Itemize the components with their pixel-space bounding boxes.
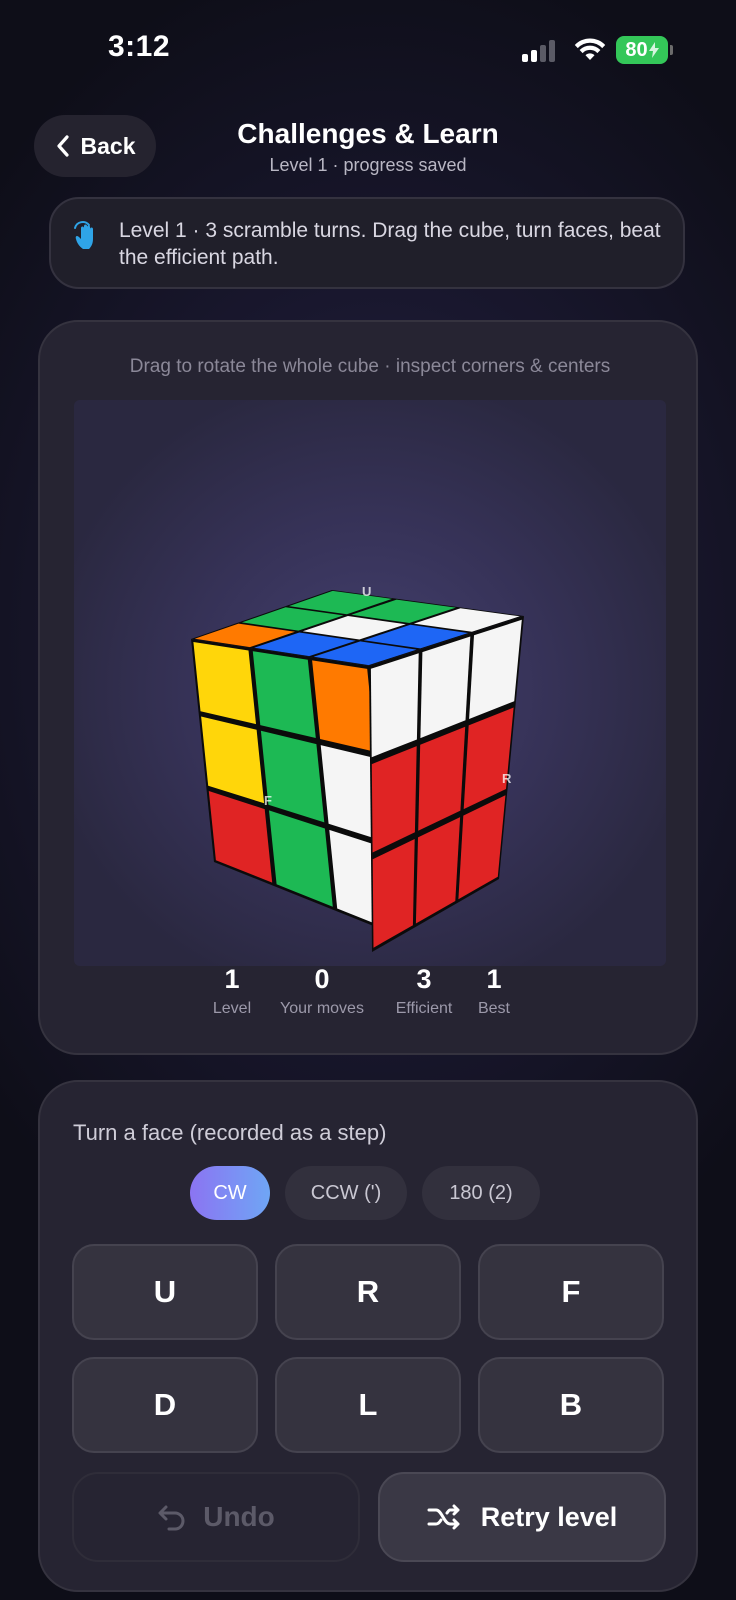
front-sticker: [312, 660, 376, 752]
battery-icon: 80: [616, 36, 673, 64]
front-sticker: [252, 651, 316, 738]
stat-value: 1: [224, 964, 240, 994]
stat-best: 1 Best: [464, 962, 524, 1018]
stat-your-moves: 0 Your moves: [272, 962, 372, 1018]
page-subtitle: Level 1 · progress saved: [269, 155, 467, 175]
stat-value: 3: [416, 964, 432, 994]
face-turn-panel: Turn a face (recorded as a step) CW CCW …: [38, 1080, 698, 1592]
charging-bolt-icon: [648, 42, 659, 58]
face-d-button[interactable]: D: [72, 1357, 258, 1453]
mode-ccw-button[interactable]: CCW ('): [285, 1166, 407, 1220]
face-f-button[interactable]: F: [478, 1244, 664, 1340]
stat-label: Efficient: [395, 1000, 453, 1017]
wifi-icon: [574, 38, 606, 60]
face-u-button[interactable]: U: [72, 1244, 258, 1340]
level-info-text: Level 1 · 3 scramble turns. Drag the cub…: [119, 219, 661, 269]
retry-level-label: Retry level: [480, 1501, 618, 1532]
stat-value: 0: [314, 964, 330, 994]
cellular-signal-icon: [522, 38, 560, 62]
cube-viewport[interactable]: U F R: [74, 400, 666, 966]
undo-label: Undo: [203, 1501, 275, 1532]
cube-panel: Drag to rotate the whole cube · inspect …: [38, 320, 698, 1055]
stat-label: Best: [477, 1000, 510, 1017]
stat-label: Level: [212, 1000, 252, 1017]
face-mark-front: F: [264, 793, 272, 808]
tap-hand-icon: [74, 221, 93, 249]
mode-180-button[interactable]: 180 (2): [422, 1166, 540, 1220]
stat-level: 1 Level: [200, 962, 264, 1018]
face-l-button[interactable]: L: [275, 1357, 461, 1453]
face-mark-right: R: [502, 771, 512, 786]
page-title: Challenges & Learn: [237, 118, 499, 149]
retry-level-button[interactable]: Retry level: [378, 1472, 666, 1562]
stat-value: 1: [486, 964, 502, 994]
level-info-banner: Level 1 · 3 scramble turns. Drag the cub…: [49, 197, 685, 289]
undo-button[interactable]: Undo: [72, 1472, 360, 1562]
undo-icon: [158, 1505, 185, 1531]
stat-label: Your moves: [280, 1000, 364, 1017]
face-r-button[interactable]: R: [275, 1244, 461, 1340]
status-time: 3:12: [108, 30, 171, 63]
status-bar: 3:12 80: [0, 0, 736, 100]
stats-row: 1 Level 0 Your moves 3 Efficient 1 Best: [40, 962, 700, 1042]
rotate-hint: Drag to rotate the whole cube · inspect …: [129, 356, 611, 377]
stat-efficient: 3 Efficient: [384, 962, 464, 1018]
controls-label: Turn a face (recorded as a step): [73, 1120, 387, 1145]
battery-level: 80: [625, 38, 648, 61]
shuffle-icon: [427, 1504, 460, 1530]
mode-cw-button[interactable]: CW: [190, 1166, 270, 1220]
face-b-button[interactable]: B: [478, 1357, 664, 1453]
rubiks-cube[interactable]: U F R: [74, 400, 666, 966]
face-mark-up: U: [362, 584, 371, 599]
